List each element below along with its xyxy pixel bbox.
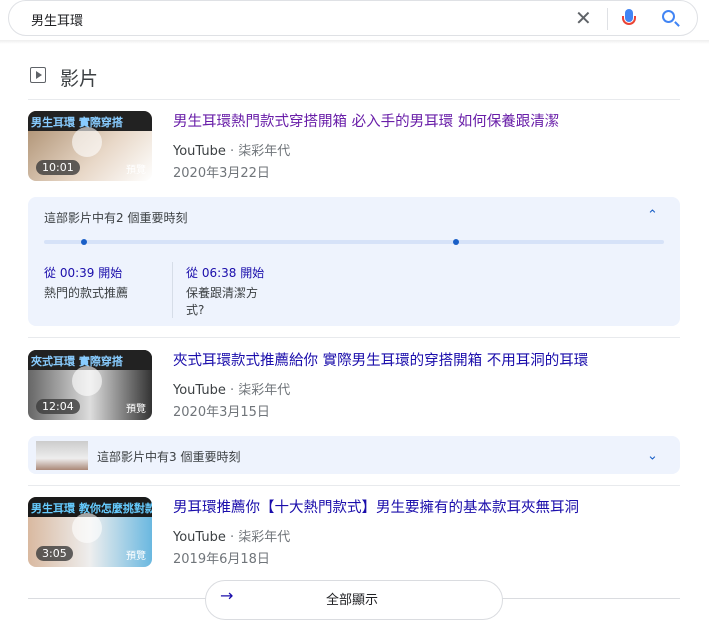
divider [28, 99, 680, 100]
preview-label: 預覽 [126, 404, 146, 415]
clear-icon[interactable]: ✕ [575, 6, 592, 30]
video-source: YouTube · 柒彩年代 [173, 379, 290, 398]
video-source: YouTube · 柒彩年代 [173, 526, 290, 545]
duration-badge: 10:01 [36, 160, 80, 175]
duration-badge: 3:05 [36, 546, 73, 561]
source-name: YouTube [173, 144, 226, 159]
divider [28, 337, 680, 338]
play-icon [72, 366, 102, 396]
header-shadow [0, 40, 709, 44]
play-icon [72, 513, 102, 543]
moment-time[interactable]: 從 06:38 開始 [186, 264, 264, 281]
video-date: 2020年3月15日 [173, 405, 270, 420]
separator: · [230, 530, 235, 545]
show-all-label: 全部顯示 [326, 593, 379, 608]
source-name: YouTube [173, 530, 226, 545]
video-title[interactable]: 男生耳環熱門款式穿搭開箱 必入手的男耳環 如何保養跟清潔 [173, 110, 559, 131]
divider [607, 8, 608, 30]
video-icon [30, 67, 46, 83]
arrow-right-icon: → [220, 586, 234, 605]
video-title[interactable]: 男耳環推薦你【十大熱門款式】男生要擁有的基本款耳夾無耳洞 [173, 496, 579, 517]
moment-description: 保養跟清潔方式? [186, 286, 259, 317]
preview-label: 預覽 [126, 551, 146, 562]
chevron-up-icon[interactable]: ⌃ [647, 208, 658, 223]
divider [172, 262, 173, 318]
video-date: 2020年3月22日 [173, 166, 270, 181]
section-title: 影片 [60, 68, 99, 90]
play-icon [72, 127, 102, 157]
moment-thumbnail [36, 441, 88, 470]
separator: · [230, 144, 235, 159]
video-thumbnail[interactable]: 男生耳環 實際穿搭 10:01 預覽 [28, 111, 152, 181]
video-thumbnail[interactable]: 夾式耳環 實際穿搭 12:04 預覽 [28, 350, 152, 420]
duration-badge: 12:04 [36, 399, 80, 414]
chevron-down-icon[interactable]: ⌃ [647, 446, 658, 461]
show-all-button[interactable]: → 全部顯示 [205, 580, 503, 620]
channel-name: 柒彩年代 [238, 530, 291, 545]
separator: · [230, 383, 235, 398]
source-name: YouTube [173, 383, 226, 398]
video-date: 2019年6月18日 [173, 552, 270, 567]
search-bar[interactable]: 男生耳環 ✕ [8, 0, 698, 36]
video-source: YouTube · 柒彩年代 [173, 140, 290, 159]
mic-base [622, 16, 636, 25]
channel-name: 柒彩年代 [238, 383, 291, 398]
moments-track [44, 239, 664, 245]
search-icon[interactable] [662, 10, 675, 23]
video-thumbnail[interactable]: 男生耳環 教你怎麼挑對款! 3:05 預覽 [28, 497, 152, 567]
moment-description: 熱門的款式推薦 [44, 286, 129, 300]
search-icon-handle [674, 21, 680, 27]
video-title[interactable]: 夾式耳環款式推薦給你 實際男生耳環的穿搭開箱 不用耳洞的耳環 [173, 349, 588, 370]
channel-name: 柒彩年代 [238, 144, 291, 159]
key-moments-label[interactable]: 這部影片中有3 個重要時刻 [97, 448, 240, 465]
search-input[interactable]: 男生耳環 [31, 10, 83, 29]
preview-label: 預覽 [126, 165, 146, 176]
moment-time[interactable]: 從 00:39 開始 [44, 264, 122, 281]
divider [28, 485, 680, 486]
key-moments-label[interactable]: 這部影片中有2 個重要時刻 [44, 209, 187, 226]
